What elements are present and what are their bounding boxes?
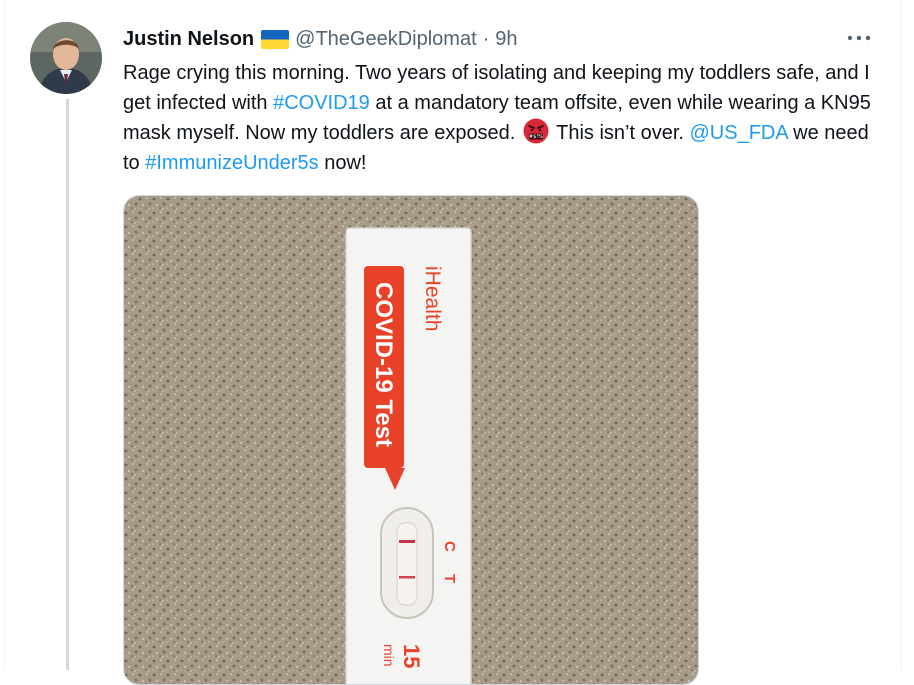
author-name[interactable]: Justin Nelson: [123, 28, 254, 51]
result-strip: [396, 522, 418, 606]
timestamp[interactable]: 9h: [495, 28, 517, 51]
tweet-photo[interactable]: COVID-19 Test iHealth C T 15 min: [123, 195, 699, 685]
tweet-card[interactable]: Justin Nelson @TheGeekDiplomat · 9h Rage…: [4, 0, 902, 685]
control-line: [399, 540, 415, 543]
tweet-header: Justin Nelson @TheGeekDiplomat · 9h: [123, 26, 518, 52]
tweet-text-part: This isn’t over.: [550, 122, 690, 144]
covid-test-photo: COVID-19 Test iHealth C T 15 min: [124, 196, 698, 684]
test-line: [399, 576, 415, 579]
timer-unit: min: [381, 644, 397, 667]
test-product-label: COVID-19 Test: [370, 282, 397, 447]
t-label: T: [441, 574, 458, 583]
timer-number: 15: [399, 644, 424, 668]
thread-line: [66, 99, 69, 670]
tweet-text-part: now!: [318, 152, 367, 174]
brand-label: iHealth: [421, 266, 444, 331]
author-handle[interactable]: @TheGeekDiplomat: [295, 28, 476, 51]
mention-link[interactable]: @US_FDA: [690, 122, 788, 144]
svg-text:#$!%: #$!%: [529, 134, 543, 140]
separator-dot: ·: [482, 27, 490, 50]
avatar-photo: [30, 22, 102, 94]
avatar[interactable]: [30, 22, 102, 94]
angry-face-with-symbols-emoji: #$!%: [523, 118, 549, 144]
c-label: C: [441, 541, 458, 552]
ukraine-flag-icon: [261, 29, 290, 49]
more-horizontal-icon[interactable]: [845, 28, 873, 48]
tweet-text: Rage crying this morning. Two years of i…: [123, 58, 883, 178]
hashtag-link[interactable]: #COVID19: [273, 92, 370, 114]
hashtag-link[interactable]: #ImmunizeUnder5s: [145, 152, 318, 174]
